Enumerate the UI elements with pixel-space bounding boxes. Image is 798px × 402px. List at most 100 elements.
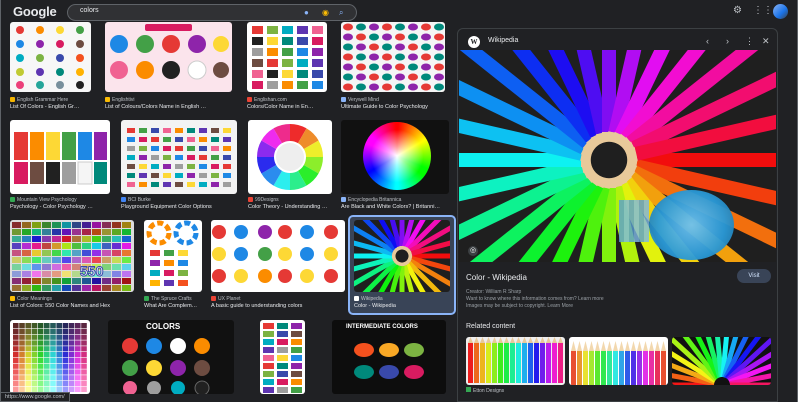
result-image[interactable]: INTERMEDIATE COLORS <box>332 320 446 394</box>
result-title[interactable]: Playground Equipment Color Options <box>121 204 237 211</box>
table-cell <box>62 257 71 263</box>
result-image[interactable] <box>10 320 90 394</box>
table-cell <box>72 236 81 242</box>
result-image[interactable] <box>105 22 232 92</box>
color-dots-chart <box>16 26 84 89</box>
result-image[interactable] <box>121 120 237 194</box>
panel-source[interactable]: Wikipedia <box>488 37 518 44</box>
result-source[interactable]: Encyclopedia Britannica <box>341 197 449 203</box>
close-icon[interactable]: ✕ <box>762 36 770 47</box>
apps-icon[interactable]: ⋮⋮ <box>753 5 773 16</box>
related-source[interactable]: Etton Designs <box>466 387 504 394</box>
result-title[interactable]: Colors/Color Name in En… <box>247 104 329 111</box>
result-title[interactable]: Psychology - Color Psychology … <box>10 204 110 211</box>
mic-icon[interactable]: ● <box>304 7 309 18</box>
result-title[interactable]: Ultimate Guide to Color Psychology <box>341 104 445 111</box>
result-source[interactable]: The Spruce Crafts <box>144 296 204 302</box>
search-query[interactable]: colors <box>80 7 99 14</box>
pencil-tip <box>504 337 509 343</box>
related-image[interactable] <box>672 337 771 385</box>
lens-search-icon[interactable]: ◎ <box>468 246 478 256</box>
pencil <box>655 351 660 385</box>
gradient-cell <box>19 369 25 375</box>
result-title[interactable]: List Of Colors - English Gr… <box>10 104 92 111</box>
table-cell <box>122 271 131 277</box>
panel-title[interactable]: Color - Wikipedia <box>466 273 527 282</box>
table-cell <box>12 236 21 242</box>
color-option <box>211 155 219 160</box>
result-image[interactable] <box>354 220 450 292</box>
next-icon[interactable]: › <box>726 36 729 46</box>
gradient-cell <box>25 357 31 363</box>
visit-button[interactable]: Visit <box>737 269 771 283</box>
color-drop <box>421 73 431 81</box>
copyright-line[interactable]: Images may be subject to copyright. Lear… <box>466 303 573 309</box>
preview-image[interactable]: ◎ <box>459 50 776 262</box>
gradient-cell <box>19 346 25 352</box>
more-icon[interactable]: ⋮ <box>745 36 754 47</box>
pencil <box>631 351 636 385</box>
swatch <box>267 26 278 34</box>
result-title[interactable]: List of Colors: 550 Color Names and Hex <box>10 303 134 310</box>
result-source[interactable]: Englishan.com <box>247 97 329 103</box>
lens-icon[interactable]: ◉ <box>322 7 329 18</box>
result-title[interactable]: Are Black and White Colors? | Britanni… <box>341 204 449 211</box>
gradient-cell <box>31 340 38 346</box>
result-image[interactable] <box>10 120 110 194</box>
result-image[interactable]: 550 <box>10 220 134 292</box>
avatar[interactable] <box>773 4 788 19</box>
result-source[interactable]: UX Planet <box>211 296 345 302</box>
result-image[interactable] <box>260 320 305 394</box>
google-logo[interactable]: Google <box>13 4 57 19</box>
related-image[interactable] <box>569 337 668 385</box>
search-icon[interactable]: ⌕ <box>339 7 343 18</box>
result-title[interactable]: List of Colours/Colors Name in English … <box>105 104 232 111</box>
gradient-cell <box>44 369 50 375</box>
result-image[interactable] <box>144 220 202 292</box>
previous-icon[interactable]: ‹ <box>706 36 709 46</box>
result-image[interactable] <box>341 22 445 92</box>
gear-icon[interactable]: ⚙ <box>733 5 742 16</box>
related-image[interactable] <box>466 337 565 385</box>
result-title[interactable]: What Are Complem… <box>144 303 204 310</box>
pencil-tip <box>607 341 612 351</box>
gradient-cell <box>68 323 75 329</box>
result-source[interactable]: Wikipedia <box>354 296 450 302</box>
mix-color <box>300 247 314 261</box>
gradient-cell <box>13 352 19 358</box>
gradient-cell <box>56 369 62 375</box>
color-drop <box>343 73 353 81</box>
color-option <box>163 155 171 160</box>
strip-swatch <box>291 331 302 337</box>
gradient-cell <box>81 386 87 392</box>
result-source[interactable]: Mountain View Psychology <box>10 197 110 203</box>
result-image[interactable]: COLORS <box>108 320 234 394</box>
result-source[interactable]: BCI Burke <box>121 197 237 203</box>
result-source[interactable]: Color Meanings <box>10 296 134 302</box>
result-image[interactable] <box>341 120 449 194</box>
intermediate-blobs <box>354 343 424 379</box>
result-source[interactable]: English Grammar Here <box>10 97 92 103</box>
result-source[interactable]: Verywell Mind <box>341 97 445 103</box>
color-drop <box>382 53 392 61</box>
result-image[interactable] <box>247 22 327 92</box>
table-cell <box>112 285 121 291</box>
selected-result[interactable]: Wikipedia Color - Wikipedia <box>348 215 456 315</box>
search-box[interactable]: colors ● ◉ ⌕ <box>67 4 357 21</box>
result-title[interactable]: Color Theory - Understanding … <box>248 204 332 211</box>
color-option <box>127 128 135 133</box>
color-drop <box>395 83 405 91</box>
result-title[interactable]: A basic guide to understanding colors <box>211 303 345 310</box>
color-gradient-grid <box>13 323 87 392</box>
color-drop <box>382 63 392 71</box>
result-image[interactable] <box>248 120 332 194</box>
color-option <box>163 182 171 187</box>
learn-more-line[interactable]: Want to know where this information come… <box>466 296 604 302</box>
result-image[interactable] <box>10 22 91 92</box>
strip-swatch <box>291 323 302 329</box>
result-image[interactable] <box>211 220 345 292</box>
result-title[interactable]: Color - Wikipedia <box>354 303 450 310</box>
pencil-tip <box>655 341 660 351</box>
result-source[interactable]: Englishtivi <box>105 97 232 103</box>
result-source[interactable]: 99Designs <box>248 197 332 203</box>
